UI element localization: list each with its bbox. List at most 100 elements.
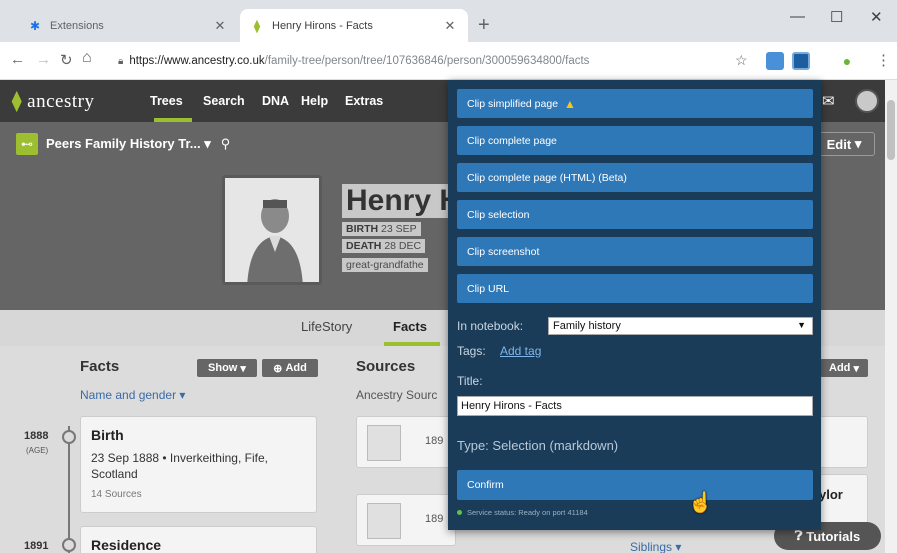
death-line: DEATH 28 DEC xyxy=(342,239,426,253)
fact-detail: 23 Sep 1888 • Inverkeithing, Fife, Scotl… xyxy=(91,451,268,481)
new-tab-icon[interactable]: + xyxy=(478,14,490,37)
source-year: 189 xyxy=(425,513,444,525)
button-label: Clip complete page xyxy=(467,134,557,147)
reload-icon[interactable]: ↻ xyxy=(60,51,73,69)
window-close-icon[interactable]: ✕ xyxy=(870,8,883,26)
portrait-image xyxy=(225,178,319,282)
add-label: Add xyxy=(829,362,851,374)
chevron-down-icon: ▼ xyxy=(797,320,806,330)
close-icon[interactable]: ✕ xyxy=(212,18,228,34)
warning-icon: ▲ xyxy=(564,96,576,111)
title-field[interactable]: Henry Hirons - Facts xyxy=(457,396,813,416)
fact-card-birth[interactable]: Birth 23 Sep 1888 • Inverkeithing, Fife,… xyxy=(80,416,317,513)
maximize-icon[interactable]: ☐ xyxy=(830,8,843,26)
add-family-button[interactable]: Add ▾ xyxy=(820,359,868,377)
service-status: Service status: Ready on port 41184 xyxy=(457,508,588,517)
clip-selection-button[interactable]: Clip selection xyxy=(457,200,813,229)
web-clipper-popup: Clip simplified page ▲ Clip complete page… xyxy=(448,80,821,530)
fact-card-residence[interactable]: Residence xyxy=(80,526,317,553)
fact-year: 1891 xyxy=(24,540,49,552)
confirm-button[interactable]: Confirm xyxy=(457,470,813,500)
nav-trees[interactable]: Trees xyxy=(150,94,183,108)
tags-label: Tags: xyxy=(457,344,486,358)
family-name: ylor xyxy=(819,487,843,502)
notebook-value: Family history xyxy=(553,320,621,332)
url-path: /family-tree/person/tree/107636846/perso… xyxy=(264,55,590,67)
document-icon xyxy=(367,425,401,461)
add-fact-button[interactable]: ⊕ Add xyxy=(262,359,318,377)
clip-simplified-page-button[interactable]: Clip simplified page ▲ xyxy=(457,89,813,118)
show-button[interactable]: Show ▾ xyxy=(197,359,257,377)
back-icon[interactable]: ← xyxy=(10,51,25,68)
source-card[interactable]: 189 xyxy=(356,416,456,468)
sources-title: Sources xyxy=(356,358,416,375)
timeline-dot xyxy=(62,538,76,552)
forward-icon[interactable]: → xyxy=(36,51,51,68)
close-icon[interactable]: ✕ xyxy=(442,18,458,34)
extension-clipper-icon[interactable] xyxy=(766,52,784,70)
mail-icon[interactable]: ✉ xyxy=(822,92,835,110)
tab-facts[interactable]: Facts xyxy=(393,319,427,334)
avatar[interactable] xyxy=(855,89,879,113)
clip-url-button[interactable]: Clip URL xyxy=(457,274,813,303)
ancestry-logo[interactable]: ⧫ ancestry xyxy=(12,90,94,113)
siblings-link[interactable]: Siblings ▾ xyxy=(630,540,681,553)
document-icon xyxy=(367,503,401,539)
home-icon[interactable]: ⌂ xyxy=(82,49,92,67)
birth-value: 23 SEP xyxy=(381,223,417,235)
nav-search[interactable]: Search xyxy=(203,94,245,108)
person-photo[interactable] xyxy=(222,175,322,285)
address-bar[interactable]: 🔒︎ https://www.ancestry.co.uk/family-tre… xyxy=(104,47,724,75)
nav-extras[interactable]: Extras xyxy=(345,94,383,108)
relation-text: great-grandfathe xyxy=(342,258,428,272)
name-gender-link[interactable]: Name and gender ▾ xyxy=(80,388,185,402)
person-name: Henry H xyxy=(342,184,466,218)
notebook-label: In notebook: xyxy=(457,319,524,333)
tab-extensions[interactable]: ✱ Extensions ✕ xyxy=(18,9,238,42)
add-label: Add xyxy=(285,362,307,374)
lock-icon: 🔒︎ xyxy=(118,55,124,67)
leaf-logo-icon: ⧫ xyxy=(12,91,22,112)
death-label: DEATH xyxy=(346,240,382,252)
fact-year: 1888 xyxy=(24,430,49,442)
people-icon[interactable]: ⚲ xyxy=(221,136,231,152)
puzzle-icon: ✱ xyxy=(29,18,41,33)
nav-help[interactable]: Help xyxy=(301,94,328,108)
extension-joplin-icon[interactable] xyxy=(792,52,810,70)
nav-dna[interactable]: DNA xyxy=(262,94,289,108)
menu-kebab-icon[interactable]: ⋮ xyxy=(876,51,891,69)
extension-leaf-icon[interactable]: ● xyxy=(838,52,856,70)
tab-lifestory[interactable]: LifeStory xyxy=(301,319,352,334)
bookmark-star-icon[interactable]: ☆ xyxy=(735,52,748,69)
page-scrollbar[interactable] xyxy=(885,80,897,553)
button-label: Clip screenshot xyxy=(467,245,540,258)
tree-icon: ⊷ xyxy=(16,133,38,155)
logo-text: ancestry xyxy=(27,91,95,112)
fact-sources: 14 Sources xyxy=(91,489,142,500)
tab-henry-hirons-facts[interactable]: ⧫ Henry Hirons - Facts ✕ xyxy=(240,9,468,42)
clip-complete-page-html-button[interactable]: Clip complete page (HTML) (Beta) xyxy=(457,163,813,192)
tree-selector[interactable]: ⊷ Peers Family History Tr... ▾ ⚲ xyxy=(16,132,230,156)
add-tag-link[interactable]: Add tag xyxy=(500,344,541,358)
notebook-select[interactable]: Family history ▼ xyxy=(548,317,813,335)
button-label: Clip complete page (HTML) (Beta) xyxy=(467,171,627,184)
status-text: Service status: Ready on port 41184 xyxy=(467,508,588,517)
hand-cursor-icon: ☝ xyxy=(688,492,713,514)
button-label: Clip selection xyxy=(467,208,530,221)
button-label: Clip URL xyxy=(467,282,510,295)
tab-label: Extensions xyxy=(50,19,104,32)
tree-name: Peers Family History Tr... ▾ xyxy=(46,136,211,151)
birth-label: BIRTH xyxy=(346,223,379,235)
clip-complete-page-button[interactable]: Clip complete page xyxy=(457,126,813,155)
timeline-dot xyxy=(62,430,76,444)
scrollbar-thumb[interactable] xyxy=(887,100,895,160)
source-card[interactable]: 189 xyxy=(356,494,456,546)
fact-age: (AGE) xyxy=(26,446,49,455)
timeline-line xyxy=(68,426,70,553)
minimize-icon[interactable]: — xyxy=(790,8,805,25)
browser-toolbar: ← → ↻ ⌂ 🔒︎ https://www.ancestry.co.uk/fa… xyxy=(0,42,897,80)
button-label: Confirm xyxy=(467,479,504,491)
edit-button[interactable]: Edit ▾ xyxy=(813,132,875,156)
source-year: 189 xyxy=(425,435,444,447)
clip-screenshot-button[interactable]: Clip screenshot xyxy=(457,237,813,266)
